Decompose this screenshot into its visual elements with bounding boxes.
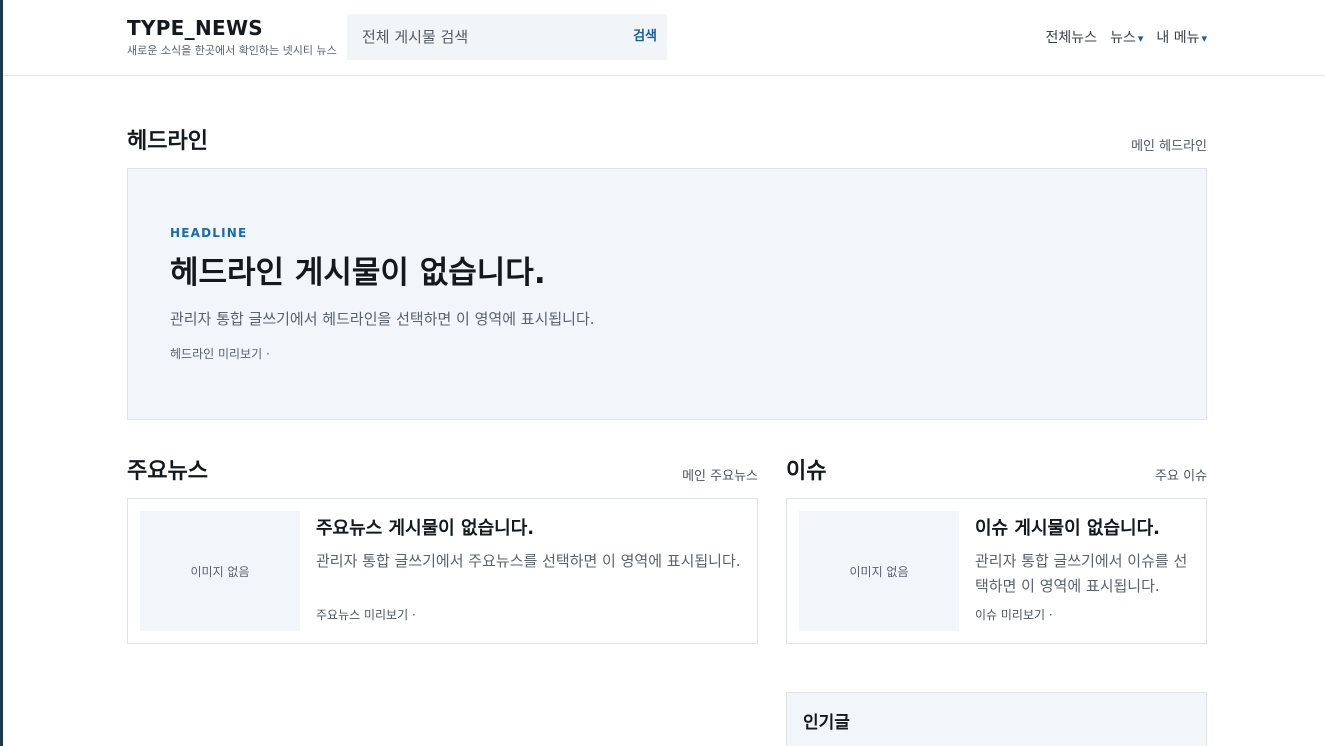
site-tagline: 새로운 소식을 한곳에서 확인하는 넷시티 뉴스 xyxy=(127,44,337,57)
main-news-card[interactable]: 이미지 없음 주요뉴스 게시물이 없습니다. 관리자 통합 글쓰기에서 주요뉴스… xyxy=(127,498,758,644)
search-box: 검색 xyxy=(347,14,667,60)
popular-posts-title: 인기글 xyxy=(803,713,850,733)
nav-item-news[interactable]: 뉴스 ▾ xyxy=(1110,28,1143,49)
brand[interactable]: TYPE_NEWS 새로운 소식을 한곳에서 확인하는 넷시티 뉴스 xyxy=(127,16,337,57)
thumbnail-placeholder-label: 이미지 없음 xyxy=(190,564,250,579)
search-input[interactable] xyxy=(347,14,617,60)
issue-description: 관리자 통합 글쓰기에서 이슈를 선택하면 이 영역에 표시됩니다. xyxy=(975,552,1188,595)
site-logo-title[interactable]: TYPE_NEWS xyxy=(127,16,337,40)
nav-item-label: 전체뉴스 xyxy=(1045,30,1098,46)
nav-item-label: 내 메뉴 xyxy=(1156,30,1200,46)
issue-title[interactable]: 이슈 게시물이 없습니다. xyxy=(975,517,1160,541)
site-header: TYPE_NEWS 새로운 소식을 한곳에서 확인하는 넷시티 뉴스 검색 전체… xyxy=(3,0,1325,76)
headline-description: 관리자 통합 글쓰기에서 헤드라인을 선택하면 이 영역에 표시됩니다. xyxy=(170,310,595,328)
nav-item-label: 뉴스 xyxy=(1110,30,1136,46)
headline-title[interactable]: 헤드라인 게시물이 없습니다. xyxy=(170,253,546,293)
issue-section-link[interactable]: 주요 이슈 xyxy=(1155,468,1207,486)
main-news-thumbnail: 이미지 없음 xyxy=(140,511,300,631)
nav-item-all-news[interactable]: 전체뉴스 xyxy=(1046,28,1098,49)
chevron-down-icon: ▾ xyxy=(1137,32,1144,45)
main-news-section-link[interactable]: 메인 주요뉴스 xyxy=(682,468,758,486)
issue-section-title: 이슈 xyxy=(786,459,827,484)
issue-thumbnail: 이미지 없음 xyxy=(799,511,959,631)
popular-posts-panel: 인기글 xyxy=(786,692,1207,746)
headline-section-title: 헤드라인 xyxy=(127,129,208,154)
headline-kicker: HEADLINE xyxy=(170,226,248,240)
left-edge-rail xyxy=(0,0,3,746)
headline-card[interactable]: HEADLINE 헤드라인 게시물이 없습니다. 관리자 통합 글쓰기에서 헤드… xyxy=(127,168,1207,420)
nav-item-my-menu[interactable]: 내 메뉴 ▾ xyxy=(1156,28,1207,49)
headline-meta: 헤드라인 미리보기 · xyxy=(170,347,270,361)
main-news-description: 관리자 통합 글쓰기에서 주요뉴스를 선택하면 이 영역에 표시됩니다. xyxy=(316,552,741,570)
main-news-section-title: 주요뉴스 xyxy=(127,459,208,484)
headline-section-link[interactable]: 메인 헤드라인 xyxy=(1131,138,1207,156)
issue-meta: 이슈 미리보기 · xyxy=(975,608,1053,622)
thumbnail-placeholder-label: 이미지 없음 xyxy=(849,564,909,579)
issue-card[interactable]: 이미지 없음 이슈 게시물이 없습니다. 관리자 통합 글쓰기에서 이슈를 선택… xyxy=(786,498,1207,644)
search-button[interactable]: 검색 xyxy=(633,28,657,46)
main-news-title[interactable]: 주요뉴스 게시물이 없습니다. xyxy=(316,517,534,541)
main-news-meta: 주요뉴스 미리보기 · xyxy=(316,608,416,622)
chevron-down-icon: ▾ xyxy=(1201,32,1207,45)
top-nav: 전체뉴스 뉴스 ▾ 내 메뉴 ▾ xyxy=(1046,28,1207,49)
